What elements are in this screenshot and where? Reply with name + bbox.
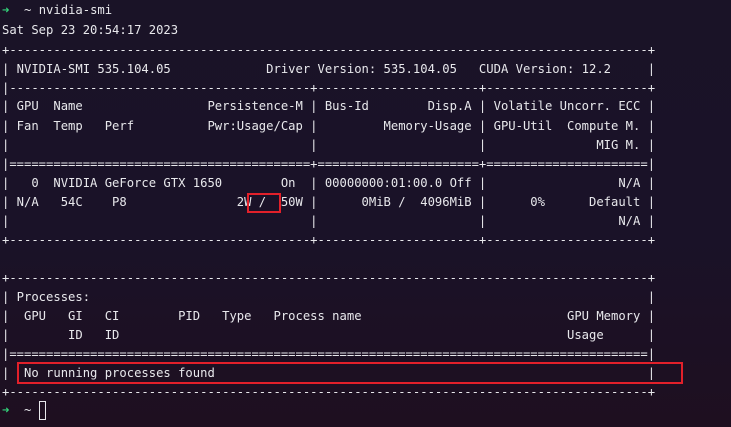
prompt-line[interactable]: ➜ ~: [2, 401, 46, 420]
prompt-cwd: ~: [24, 3, 32, 17]
gpu-row-3: | | | N/A |: [2, 214, 656, 228]
processes-border-top: +---------------------------------------…: [2, 271, 656, 285]
prompt-arrow-icon: ➜: [2, 3, 10, 17]
gpu-row-2: | N/A 54C P8 2W / 50W | 0MiB / 4096MiB |…: [2, 195, 656, 209]
column-header-row-2: | Fan Temp Perf Pwr:Usage/Cap | Memory-U…: [2, 119, 656, 133]
timestamp: Sat Sep 23 20:54:17 2023: [2, 23, 179, 37]
prompt-arrow-icon: ➜: [2, 403, 10, 417]
table-double-separator: |=======================================…: [2, 157, 656, 171]
column-header-row-1: | GPU Name Persistence-M | Bus-Id Disp.A…: [2, 99, 656, 113]
column-header-row-3: | | | MIG M. |: [2, 138, 656, 152]
no-processes-highlight: [17, 362, 683, 384]
processes-column-row-2: | ID ID Usage |: [2, 328, 656, 342]
processes-title: | Processes: |: [2, 290, 656, 304]
smi-header-row: | NVIDIA-SMI 535.104.05 Driver Version: …: [2, 62, 656, 76]
processes-column-row-1: | GPU GI CI PID Type Process name GPU Me…: [2, 309, 656, 323]
table-separator: |---------------------------------------…: [2, 81, 656, 95]
command-line: ➜ ~ nvidia-smi: [2, 1, 112, 20]
prompt-cwd: ~: [24, 403, 32, 417]
power-usage-highlight: [247, 193, 281, 213]
gpu-row-1: | 0 NVIDIA GeForce GTX 1650 On | 0000000…: [2, 176, 656, 190]
table-border-mid: +---------------------------------------…: [2, 233, 656, 247]
table-border-top: +---------------------------------------…: [2, 43, 656, 57]
text-cursor[interactable]: [38, 401, 46, 420]
processes-border-bottom: +---------------------------------------…: [2, 385, 656, 399]
command-text: nvidia-smi: [38, 3, 113, 17]
